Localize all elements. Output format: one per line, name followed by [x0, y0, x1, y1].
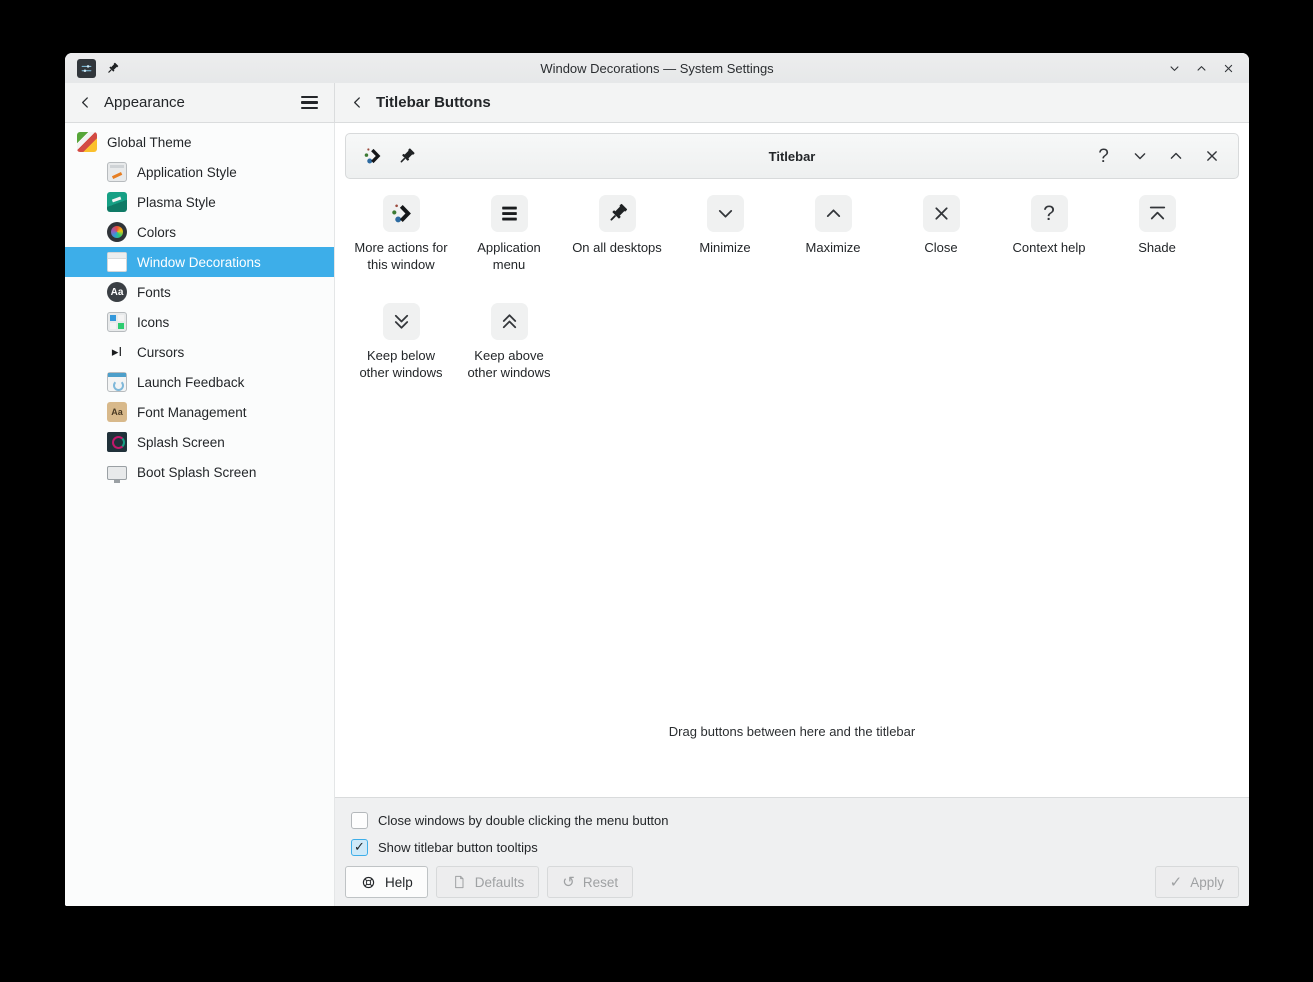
titlebar-buttons-page: Titlebar ? More actions for this window [335, 123, 1249, 906]
defaults-button[interactable]: Defaults [436, 866, 540, 898]
header-row: Appearance Titlebar Buttons [65, 83, 1249, 123]
sidebar-item-font-management[interactable]: Aa Font Management [65, 397, 334, 427]
content-header: Titlebar Buttons [335, 83, 1249, 122]
draggable-maximize[interactable]: Maximize [785, 195, 881, 273]
draggable-shade[interactable]: Shade [1109, 195, 1205, 273]
help-lifering-icon [360, 874, 377, 891]
titlebar-preview: Titlebar ? [345, 133, 1239, 179]
cursors-icon: ▸I [107, 342, 127, 362]
checkbox-label: Show titlebar button tooltips [378, 840, 538, 855]
launch-feedback-icon [107, 372, 127, 392]
window-titlebar[interactable]: Window Decorations — System Settings [65, 53, 1249, 83]
checkbox-close-on-double-click[interactable] [351, 812, 368, 829]
draggable-on-all-desktops[interactable]: On all desktops [569, 195, 665, 273]
apply-button[interactable]: ✓ Apply [1155, 866, 1239, 898]
content-back-button[interactable] [349, 94, 366, 111]
fonts-icon: Aa [107, 282, 127, 302]
sidebar-item-plasma-style[interactable]: Plasma Style [65, 187, 334, 217]
application-style-icon [107, 162, 127, 182]
preview-on-all-desktops-button[interactable] [396, 146, 417, 167]
option-close-on-double-click[interactable]: Close windows by double clicking the men… [345, 810, 1239, 830]
splash-screen-icon [107, 432, 127, 452]
preview-close-button[interactable] [1201, 146, 1222, 167]
draggable-keep-above[interactable]: Keep above other windows [461, 303, 557, 381]
preview-minimize-button[interactable] [1129, 146, 1150, 167]
window-close-button[interactable] [1220, 60, 1237, 77]
help-button[interactable]: Help [345, 866, 428, 898]
draggable-keep-below[interactable]: Keep below other windows [353, 303, 449, 381]
preview-maximize-button[interactable] [1165, 146, 1186, 167]
checkbox-show-tooltips[interactable]: ✓ [351, 839, 368, 856]
sidebar-item-global-theme[interactable]: Global Theme [65, 127, 334, 157]
drop-zone-hint: Drag buttons between here and the titleb… [669, 724, 915, 739]
bottom-panel: Close windows by double clicking the men… [335, 797, 1249, 906]
application-menu-icon [497, 201, 522, 226]
sidebar-item-application-style[interactable]: Application Style [65, 157, 334, 187]
available-buttons-grid: More actions for this window Application… [335, 179, 1249, 381]
chevron-up-icon [821, 201, 846, 226]
system-settings-window: Window Decorations — System Settings App… [65, 53, 1249, 906]
boot-splash-screen-icon [107, 466, 127, 480]
sidebar-item-window-decorations[interactable]: Window Decorations [65, 247, 334, 277]
apply-check-icon: ✓ [1170, 875, 1183, 890]
window-maximize-button[interactable] [1193, 60, 1210, 77]
chevron-down-icon [713, 201, 738, 226]
sidebar-item-colors[interactable]: Colors [65, 217, 334, 247]
draggable-more-actions[interactable]: More actions for this window [353, 195, 449, 273]
sidebar-item-splash-screen[interactable]: Splash Screen [65, 427, 334, 457]
defaults-document-icon [451, 874, 467, 890]
pinned-on-all-desktops-icon [105, 61, 120, 76]
icons-icon [107, 312, 127, 332]
sidebar-header: Appearance [65, 83, 335, 122]
close-icon [929, 201, 954, 226]
reset-undo-icon: ↺ [562, 875, 575, 890]
sidebar-header-title: Appearance [104, 94, 185, 111]
window-title: Window Decorations — System Settings [65, 61, 1249, 76]
preview-context-help-button[interactable]: ? [1093, 146, 1114, 167]
question-mark-icon: ? [1043, 203, 1055, 224]
draggable-minimize[interactable]: Minimize [677, 195, 773, 273]
draggable-application-menu[interactable]: Application menu [461, 195, 557, 273]
sidebar-item-launch-feedback[interactable]: Launch Feedback [65, 367, 334, 397]
sidebar-back-button[interactable] [77, 94, 94, 111]
option-show-tooltips[interactable]: ✓ Show titlebar button tooltips [345, 837, 1239, 857]
draggable-context-help[interactable]: ? Context help [1001, 195, 1097, 273]
sidebar-item-icons[interactable]: Icons [65, 307, 334, 337]
hamburger-menu-button[interactable] [297, 92, 322, 113]
sidebar-item-cursors[interactable]: ▸I Cursors [65, 337, 334, 367]
more-actions-icon [389, 201, 414, 226]
button-drop-zone[interactable]: Drag buttons between here and the titleb… [335, 381, 1249, 797]
font-management-icon: Aa [107, 402, 127, 422]
footer-button-bar: Help Defaults ↺ Reset ✓ Apply [345, 866, 1239, 898]
shade-icon [1145, 201, 1170, 226]
preview-more-actions-button[interactable] [362, 146, 383, 167]
global-theme-icon [77, 132, 97, 152]
system-settings-app-icon [77, 59, 96, 78]
double-chevron-up-icon [497, 309, 522, 334]
plasma-style-icon [107, 192, 127, 212]
draggable-close[interactable]: Close [893, 195, 989, 273]
sidebar-item-fonts[interactable]: Aa Fonts [65, 277, 334, 307]
window-decorations-icon [107, 252, 127, 272]
double-chevron-down-icon [389, 309, 414, 334]
settings-sidebar: Global Theme Application Style Plasma St… [65, 123, 335, 906]
window-minimize-button[interactable] [1166, 60, 1183, 77]
page-title: Titlebar Buttons [376, 94, 491, 111]
checkbox-label: Close windows by double clicking the men… [378, 813, 669, 828]
colors-icon [107, 222, 127, 242]
sidebar-item-boot-splash-screen[interactable]: Boot Splash Screen [65, 457, 334, 487]
pin-icon [605, 201, 630, 226]
reset-button[interactable]: ↺ Reset [547, 866, 633, 898]
